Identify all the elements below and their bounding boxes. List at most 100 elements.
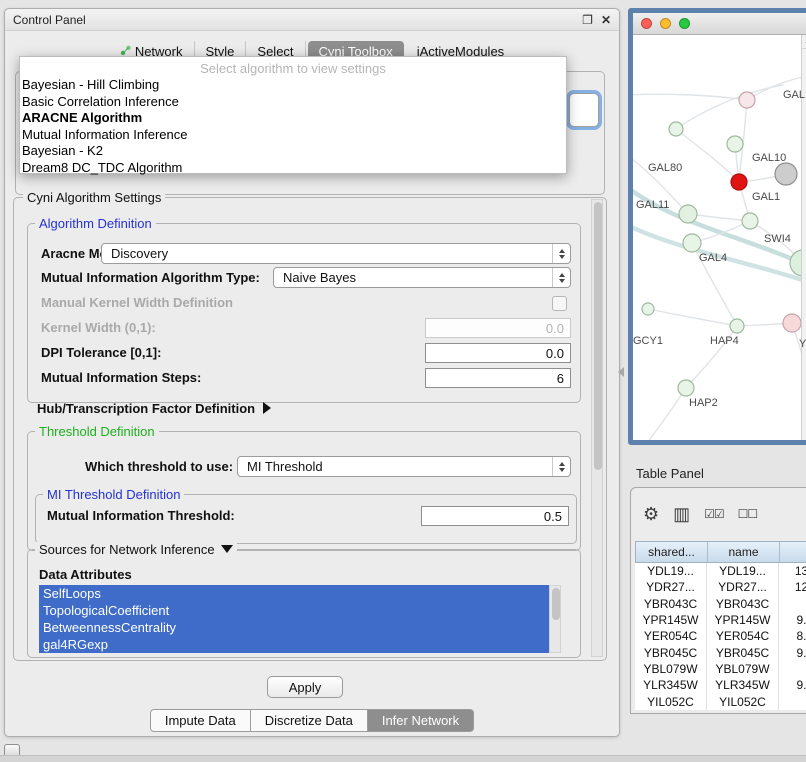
network-window-titlebar [633,13,806,35]
table-cell: YBL079W [635,661,707,677]
table-row[interactable]: YDL19...YDL19...13 [635,563,806,579]
network-node[interactable] [669,122,683,136]
table-cell [779,596,806,612]
network-node[interactable] [775,163,797,185]
deselect-all-icon[interactable]: ☐☐ [738,508,758,520]
table-row[interactable]: YPR145WYPR145W9. [635,612,806,628]
which-threshold-value: MI Threshold [247,459,323,474]
mi-type-label: Mutual Information Algorithm Type: [41,267,260,288]
collapse-down-icon [221,545,233,553]
table-row[interactable]: YBR045CYBR045C9. [635,644,806,660]
aracne-mode-combobox[interactable]: Discovery [101,243,571,264]
sources-title: Sources for Network Inference [39,542,215,557]
bottom-tab-impute-data[interactable]: Impute Data [150,709,251,732]
node-label-gcy1: GCY1 [633,335,663,347]
algorithm-definition-title: Algorithm Definition [35,216,156,231]
network-canvas[interactable]: ▲ GAL80GAL10GALGAL11GAL1SWI4GAL4GCY1HAP4… [633,35,806,440]
table-cell: YPR145W [635,612,707,628]
node-label-gal4: GAL4 [699,252,727,264]
network-edge[interactable] [633,94,747,100]
expand-right-icon [263,402,271,414]
table-row[interactable]: YBL079WYBL079W [635,661,806,677]
attribute-item-gal4rgexp[interactable]: gal4RGexp [39,636,561,653]
sources-group-toggle[interactable]: Sources for Network Inference [35,542,237,557]
algorithm-option-bayesian-k2[interactable]: Bayesian - K2 [20,143,566,160]
focused-field[interactable] [569,93,599,127]
network-edge[interactable] [676,85,783,129]
mi-type-value: Naive Bayes [283,270,356,285]
close-panel-icon[interactable]: ✕ [601,13,611,27]
settings-scrollbar[interactable] [591,199,603,657]
table-cell: YDL19... [635,563,707,579]
manual-kernel-checkbox[interactable] [552,296,567,311]
column-header-name[interactable]: name [708,542,780,562]
algorithm-option-dream8-dc-tdc-algorithm[interactable]: Dream8 DC_TDC Algorithm [20,160,566,177]
network-edge[interactable] [676,129,739,182]
table-panel-window: ⚙▥☑☑☐☐ shared...name YDL19...YDL19...13Y… [630,487,806,714]
algorithm-option-aracne-algorithm[interactable]: ARACNE Algorithm [20,110,566,127]
combo-stepper-icon [552,244,570,263]
table-row[interactable]: YIL052CYIL052C [635,693,806,709]
attribute-list-scrollbar[interactable] [549,585,561,653]
bottom-tab-infer-network[interactable]: Infer Network [368,709,474,732]
splitter-handle[interactable] [618,367,624,377]
which-threshold-combobox[interactable]: MI Threshold [237,456,571,477]
table-cell: 13 [779,563,806,579]
node-label-gal11: GAL11 [636,199,669,211]
scroll-up-icon[interactable]: ▲ [802,35,806,49]
algorithm-option-list: Bayesian - Hill ClimbingBasic Correlatio… [20,77,566,176]
network-node[interactable] [730,319,744,333]
control-panel-titlebar: Control Panel ❐ ✕ [5,9,619,31]
network-node[interactable] [678,380,694,396]
close-traffic-light[interactable] [641,18,652,29]
select-all-icon[interactable]: ☑☑ [704,508,724,520]
node-label-gal1: GAL1 [752,191,780,203]
attribute-item-betweennesscentrality[interactable]: BetweennessCentrality [39,619,561,636]
network-node[interactable] [783,314,801,332]
kernel-width-field[interactable]: 0.0 [425,318,571,338]
algorithm-option-mutual-information-inference[interactable]: Mutual Information Inference [20,127,566,144]
columns-icon[interactable]: ▥ [673,505,690,523]
zoom-traffic-light[interactable] [679,18,690,29]
network-node[interactable] [739,92,755,108]
network-node[interactable] [731,174,747,190]
table-row[interactable]: YLR345WYLR345W9. [635,677,806,693]
kernel-width-label: Kernel Width (0,1): [41,320,156,335]
column-header-extra[interactable] [780,542,806,562]
network-node[interactable] [679,205,697,223]
attribute-item-selfloops[interactable]: SelfLoops [39,585,561,602]
table-toolbar: ⚙ ▥ ☑☑ ☐☐ [631,496,757,532]
mi-threshold-label: Mutual Information Threshold: [47,508,235,523]
float-panel-icon[interactable]: ❐ [582,13,593,27]
panel-title: Control Panel [13,13,86,27]
node-label-swi4: SWI4 [764,233,791,245]
table-cell: YLR345W [707,677,779,693]
gear-icon[interactable]: ⚙ [643,505,659,523]
network-node[interactable] [642,303,654,315]
column-header-shared[interactable]: shared... [636,542,708,562]
combo-stepper-icon [552,457,570,476]
algorithm-option-basic-correlation-inference[interactable]: Basic Correlation Inference [20,94,566,111]
network-node[interactable] [727,136,743,152]
table-row[interactable]: YDR27...YDR27...12 [635,579,806,595]
table-row[interactable]: YBR043CYBR043C [635,596,806,612]
table-cell: YBL079W [707,661,779,677]
network-node[interactable] [683,234,701,252]
algorithm-option-bayesian-hill-climbing[interactable]: Bayesian - Hill Climbing [20,77,566,94]
mi-threshold-field[interactable]: 0.5 [421,506,569,526]
network-edge[interactable] [648,309,737,326]
apply-button[interactable]: Apply [267,676,343,698]
mi-steps-field[interactable]: 6 [425,368,571,388]
table-row[interactable]: YER054CYER054C8. [635,628,806,644]
dpi-tolerance-field[interactable]: 0.0 [425,343,571,363]
attribute-item-topologicalcoefficient[interactable]: TopologicalCoefficient [39,602,561,619]
bottom-tab-bar: Impute DataDiscretize DataInfer Network [5,709,619,732]
network-edge[interactable] [633,388,686,440]
mi-steps-label: Mutual Information Steps: [41,370,201,385]
bottom-tab-discretize-data[interactable]: Discretize Data [251,709,368,732]
minimize-traffic-light[interactable] [660,18,671,29]
hub-section-toggle[interactable]: Hub/Transcription Factor Definition [37,401,271,416]
mi-type-combobox[interactable]: Naive Bayes [273,267,571,288]
node-label-y: Y [799,338,806,350]
network-node[interactable] [742,213,758,229]
